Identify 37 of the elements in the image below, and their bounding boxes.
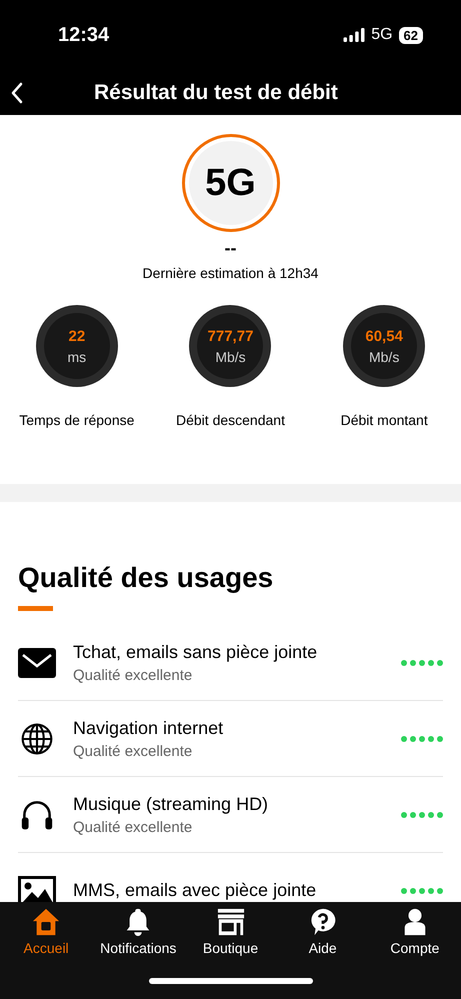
result-value: -- <box>224 238 236 259</box>
back-icon <box>10 82 24 104</box>
battery-level: 62 <box>398 26 423 44</box>
gauge-value: 22 <box>68 328 86 344</box>
help-icon <box>308 908 337 936</box>
usage-quality: Qualité excellente <box>73 666 194 684</box>
usage-title: Navigation internet <box>73 718 224 738</box>
section-title: Qualité des usages <box>18 562 274 594</box>
gauge-unit: Mb/s <box>215 348 246 364</box>
mail-icon <box>18 646 56 678</box>
tab-item[interactable]: Compte <box>368 908 461 956</box>
gauge-value: 777,77 <box>208 328 254 344</box>
tab-item[interactable]: Notifications <box>92 908 184 956</box>
tab-item[interactable]: Accueil <box>0 908 92 956</box>
tab-item[interactable]: Aide <box>276 908 369 956</box>
usage-title: MMS, emails avec pièce jointe <box>73 880 318 901</box>
network-badge: 5G <box>182 134 280 232</box>
gauge-label: Débit descendant <box>176 412 285 428</box>
usage-title: Musique (streaming HD) <box>73 794 270 814</box>
page-title: Résultat du test de débit <box>94 80 338 104</box>
network-type: 5G <box>371 26 393 44</box>
home-icon <box>32 908 60 936</box>
gauge-label: Débit montant <box>340 412 428 428</box>
gauge-unit: Mb/s <box>368 348 400 364</box>
usage-title: Tchat, emails sans pièce jointe <box>73 642 318 662</box>
gauge-label: Temps de réponse <box>19 412 134 428</box>
clock-time: 12:34 <box>58 24 110 46</box>
usage-quality: Qualité excellente <box>73 818 194 836</box>
storefront-icon <box>216 908 244 936</box>
estimation-text: Dernière estimation à 12h34 <box>142 265 318 281</box>
gauge-unit: ms <box>67 348 86 364</box>
title-underline <box>18 606 53 611</box>
tab-item[interactable]: Boutique <box>184 908 277 956</box>
usage-quality: Qualité excellente <box>73 742 194 760</box>
image-icon <box>18 874 56 902</box>
signal-icon <box>343 28 366 42</box>
gauge-value: 60,54 <box>365 328 403 344</box>
